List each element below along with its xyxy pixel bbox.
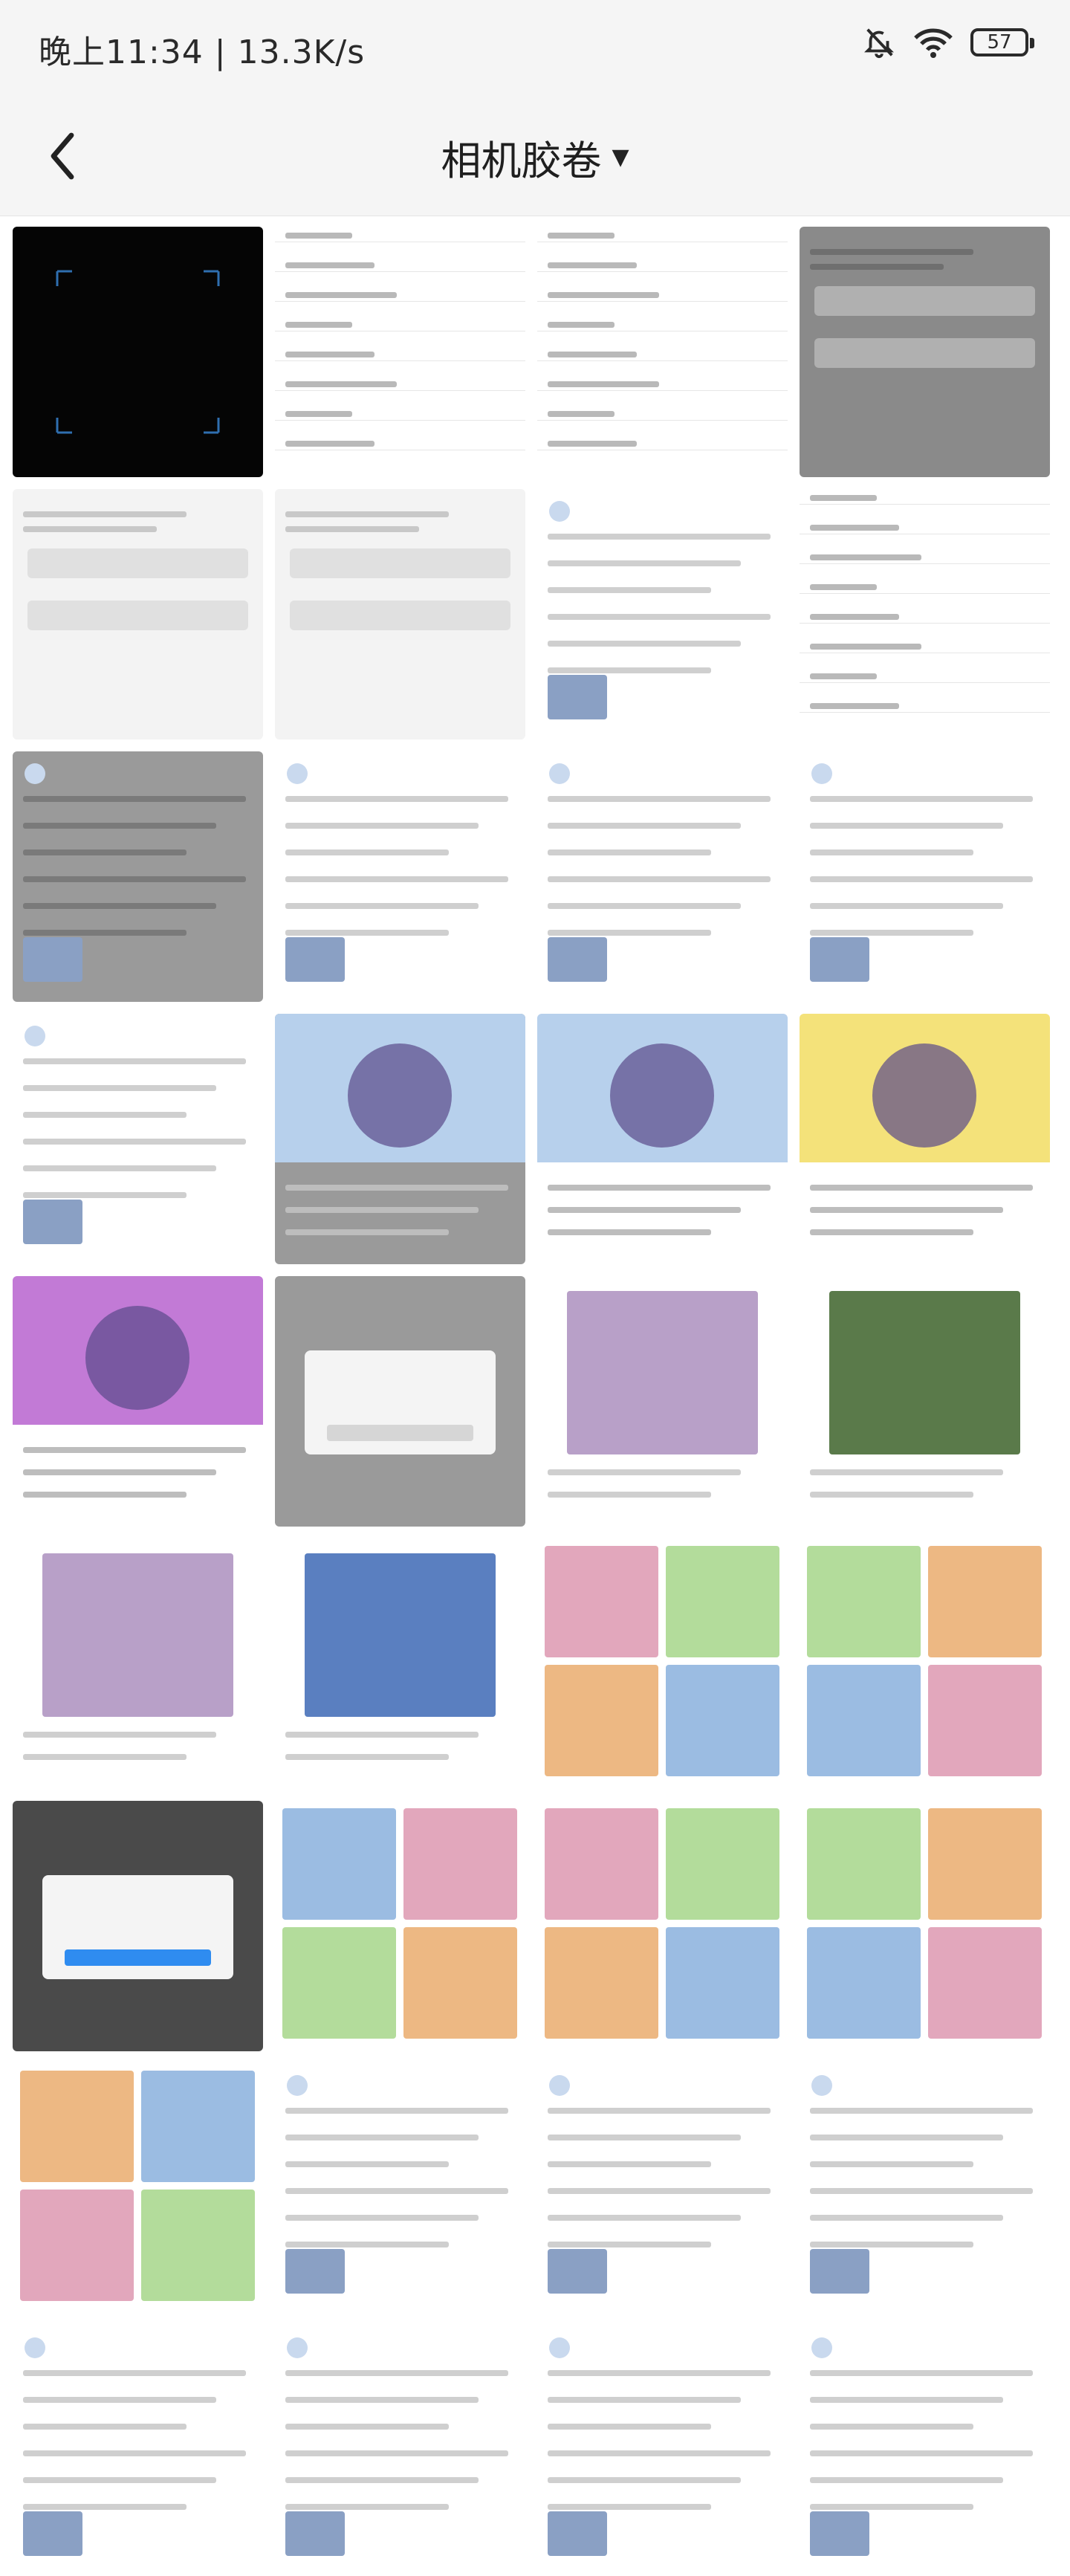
- album-selector[interactable]: 相机胶卷 ▼: [0, 128, 1070, 187]
- photo-thumbnail[interactable]: [275, 2326, 525, 2576]
- photo-thumbnail[interactable]: [537, 227, 788, 477]
- photo-thumbnail[interactable]: [275, 2063, 525, 2314]
- photo-thumbnail[interactable]: [275, 751, 525, 1002]
- photo-thumbnail[interactable]: [537, 1014, 788, 1264]
- photo-thumbnail[interactable]: [537, 1538, 788, 1789]
- photo-thumbnail[interactable]: [275, 1801, 525, 2051]
- photo-thumbnail[interactable]: [275, 1014, 525, 1264]
- photo-thumbnail[interactable]: [275, 1276, 525, 1527]
- photo-thumbnail[interactable]: [800, 751, 1050, 1002]
- photo-thumbnail[interactable]: [275, 227, 525, 477]
- photo-thumbnail[interactable]: [537, 1801, 788, 2051]
- caret-down-icon: ▼: [612, 144, 629, 170]
- photo-thumbnail[interactable]: [13, 2063, 263, 2314]
- status-bar: 晚上11:34 | 13.3K/s 57: [0, 0, 1070, 97]
- photo-thumbnail[interactable]: [13, 751, 263, 1002]
- photo-thumbnail[interactable]: [800, 1801, 1050, 2051]
- battery-icon: 57: [970, 28, 1034, 56]
- photo-thumbnail[interactable]: [800, 1276, 1050, 1527]
- photo-thumbnail[interactable]: [537, 2063, 788, 2314]
- wifi-icon: [912, 25, 954, 59]
- photo-thumbnail[interactable]: [13, 489, 263, 740]
- photo-grid: [13, 227, 1057, 2576]
- photo-thumbnail[interactable]: [13, 1801, 263, 2051]
- photo-thumbnail[interactable]: [800, 489, 1050, 740]
- photo-thumbnail[interactable]: [537, 751, 788, 1002]
- status-time: 晚上11:34 | 13.3K/s: [39, 33, 366, 71]
- photo-thumbnail[interactable]: [800, 1014, 1050, 1264]
- photo-thumbnail[interactable]: [275, 489, 525, 740]
- photo-thumbnail[interactable]: [13, 1276, 263, 1527]
- photo-thumbnail[interactable]: [13, 2326, 263, 2576]
- photo-thumbnail[interactable]: [13, 227, 263, 477]
- status-icons: 57: [862, 25, 1034, 59]
- photo-thumbnail[interactable]: [13, 1014, 263, 1264]
- page-title: 相机胶卷: [441, 137, 602, 184]
- photo-thumbnail[interactable]: [537, 489, 788, 740]
- photo-thumbnail[interactable]: [13, 1538, 263, 1789]
- photo-thumbnail[interactable]: [275, 1538, 525, 1789]
- bell-muted-icon: [862, 25, 896, 59]
- photo-thumbnail[interactable]: [537, 2326, 788, 2576]
- photo-thumbnail[interactable]: [800, 1538, 1050, 1789]
- photo-thumbnail[interactable]: [537, 1276, 788, 1527]
- photo-thumbnail[interactable]: [800, 227, 1050, 477]
- title-bar: 相机胶卷 ▼: [0, 97, 1070, 216]
- photo-thumbnail[interactable]: [800, 2326, 1050, 2576]
- photo-thumbnail[interactable]: [800, 2063, 1050, 2314]
